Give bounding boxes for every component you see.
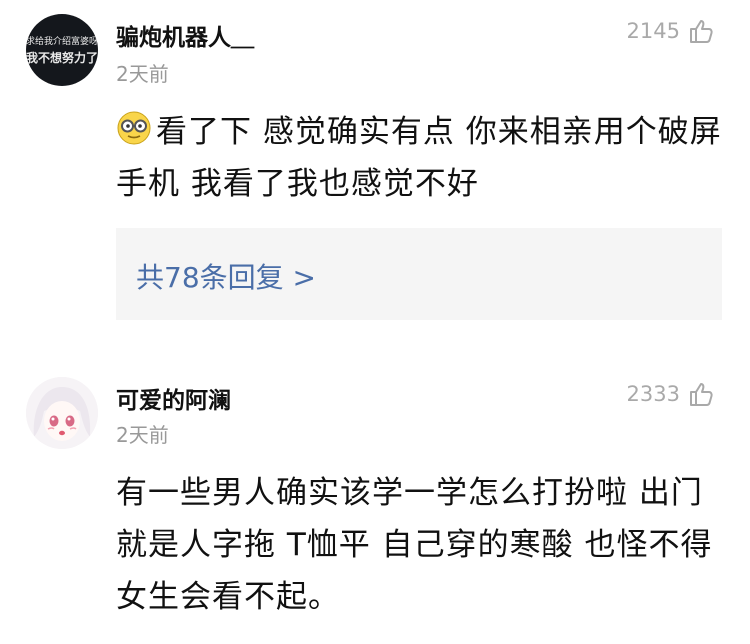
nerd-face-emoji-icon xyxy=(117,111,151,145)
comment-item: 求给我介绍富婆呀 我不想努力了 骗炮机器人＿ 2天前 2145 看了下 感觉确实… xyxy=(0,0,750,335)
avatar[interactable] xyxy=(26,377,98,449)
comment-item: 可爱的阿澜 2天前 2333 有一些男人确实该学一学怎么打扮啦 出门就是人字拖 … xyxy=(0,335,750,644)
username[interactable]: 可爱的阿澜 xyxy=(116,381,231,415)
thumbs-up-icon xyxy=(690,20,713,43)
replies-link[interactable]: 共78条回复 > xyxy=(116,228,722,320)
thumbs-up-icon xyxy=(690,383,713,406)
timestamp: 2天前 xyxy=(116,423,169,447)
avatar[interactable]: 求给我介绍富婆呀 我不想努力了 xyxy=(26,14,98,86)
like-count: 2333 xyxy=(626,382,680,406)
replies-label: 共78条回复 > xyxy=(136,261,316,294)
avatar-caption-bottom: 我不想努力了 xyxy=(26,51,98,65)
like-button[interactable]: 2333 xyxy=(627,381,714,407)
like-button[interactable]: 2145 xyxy=(627,18,714,44)
avatar-caption-top: 求给我介绍富婆呀 xyxy=(26,37,98,47)
comment-text-content: 看了下 感觉确实有点 你来相亲用个破屏手机 我看了我也感觉不好 xyxy=(116,114,722,202)
timestamp: 2天前 xyxy=(116,62,169,86)
anime-girl-avatar-image xyxy=(26,377,98,449)
comment-text: 有一些男人确实该学一学怎么打扮啦 出门就是人字拖 T恤平 自己穿的寒酸 也怪不得… xyxy=(116,475,713,615)
like-count: 2145 xyxy=(626,19,680,43)
username[interactable]: 骗炮机器人＿ xyxy=(116,18,254,52)
comment-text: 看了下 感觉确实有点 你来相亲用个破屏手机 我看了我也感觉不好 xyxy=(116,106,736,210)
